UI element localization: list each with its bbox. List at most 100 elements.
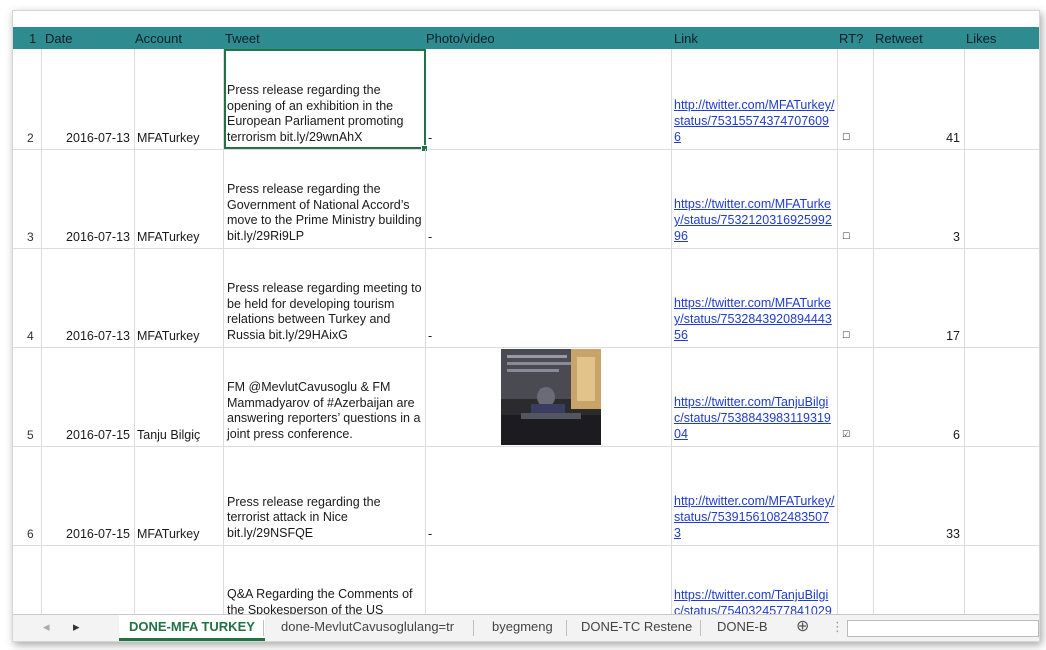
retweet-value: 17 [946,329,960,343]
tab-separator [473,620,474,636]
sheet-tabs-bar: ◂ ▸ DONE-MFA TURKEY done-MevlutCavusoglu… [13,614,1039,641]
account-cell[interactable]: MFATurkey [135,446,224,545]
likes-cell[interactable] [965,149,1039,248]
photo-cell[interactable]: - [426,248,672,347]
tab-separator [700,620,701,636]
photo-cell[interactable] [426,347,672,446]
column-header-retweet[interactable]: Retweet [875,27,955,49]
tweet-cell[interactable]: Press release regarding the Government o… [224,149,426,248]
rt-checkbox[interactable]: ☐ [842,331,850,340]
tweet-cell[interactable]: Press release regarding the terrorist at… [224,446,426,545]
date-cell[interactable]: 2016-07-13 [42,248,135,347]
photo-image [501,349,601,445]
tab-byegmeng[interactable]: byegmeng [492,615,553,641]
tweet-link[interactable]: https://twitter.com/MFATurkey/status/753… [674,196,835,244]
tweet-text: Press release regarding meeting to be he… [227,281,422,342]
retweet-value: 41 [946,131,960,145]
tab-done-tc-restene[interactable]: DONE-TC Restene [581,615,692,641]
likes-cell[interactable] [965,49,1039,149]
column-header-rt[interactable]: RT? [839,27,869,49]
date-cell[interactable]: 2016-07-13 [42,149,135,248]
table-row: 4 2016-07-13 MFATurkey Press release reg… [13,248,1039,348]
account-value: MFATurkey [137,329,200,343]
retweet-value: 6 [953,428,960,442]
photo-cell[interactable]: - [426,49,672,149]
tab-scroll-right-icon[interactable]: ▸ [73,615,80,641]
link-cell[interactable]: https://twitter.com/TanjuBilgic/status/7… [672,347,838,446]
date-cell[interactable]: 2016-07-15 [42,347,135,446]
retweet-cell[interactable]: 3 [874,149,965,248]
rt-cell[interactable]: ☐ [838,248,874,347]
likes-cell[interactable] [965,248,1039,347]
tab-scroll-left-icon[interactable]: ◂ [43,615,50,641]
rt-checkbox[interactable]: ☐ [842,133,850,142]
tab-done-mevlutcavusoglu[interactable]: done-MevlutCavusoglulang=tr [281,615,454,641]
row-number-cell: 2 [13,49,42,149]
retweet-value: 33 [946,527,960,541]
likes-cell[interactable] [965,347,1039,446]
date-cell[interactable]: 2016-07-13 [42,49,135,149]
link-cell[interactable]: https://twitter.com/MFATurkey/status/753… [672,248,838,347]
tweet-link[interactable]: https://twitter.com/TanjuBilgic/status/7… [674,394,835,442]
tweet-cell[interactable]: Press release regarding meeting to be he… [224,248,426,347]
row-number-cell: 3 [13,149,42,248]
horizontal-scrollbar[interactable] [847,620,1039,637]
table-row: 3 2016-07-13 MFATurkey Press release reg… [13,149,1039,249]
row-number-cell: 4 [13,248,42,347]
photo-value: - [428,527,433,541]
press-conference-photo[interactable] [501,349,601,445]
photo-cell[interactable]: - [426,446,672,545]
row-number: 2 [27,131,34,145]
tweet-link[interactable]: http://twitter.com/MFATurkey/status/7531… [674,97,835,145]
spreadsheet-window: 1 Date Account Tweet Photo/video Link RT… [12,10,1040,642]
photo-value: - [428,329,433,343]
more-tabs-icon[interactable]: ⋮ [831,615,844,641]
account-cell[interactable]: MFATurkey [135,149,224,248]
tweet-cell[interactable]: FM @MevlutCavusoglu & FM Mammadyarov of … [224,347,426,446]
retweet-cell[interactable]: 17 [874,248,965,347]
column-header-account[interactable]: Account [135,27,220,49]
account-cell[interactable]: MFATurkey [135,248,224,347]
add-sheet-icon[interactable]: ⊕ [796,615,809,641]
tab-done-mfa-turkey[interactable]: DONE-MFA TURKEY [119,615,265,641]
tweet-link[interactable]: https://twitter.com/MFATurkey/status/753… [674,295,835,343]
column-header-photo[interactable]: Photo/video [426,27,666,49]
date-value: 2016-07-15 [66,527,130,541]
account-cell[interactable]: MFATurkey [135,49,224,149]
link-cell[interactable]: http://twitter.com/MFATurkey/status/7539… [672,446,838,545]
rt-checkbox[interactable]: ☐ [842,232,850,241]
link-cell[interactable]: http://twitter.com/MFATurkey/status/7531… [672,49,838,149]
column-header-link[interactable]: Link [674,27,824,49]
tweet-text: Press release regarding the terrorist at… [227,494,381,540]
rt-checkbox[interactable]: ☑ [842,430,850,439]
account-value: MFATurkey [137,230,200,244]
retweet-cell[interactable]: 6 [874,347,965,446]
retweet-cell[interactable]: 33 [874,446,965,545]
row-number: 5 [27,428,34,442]
tweet-link[interactable]: http://twitter.com/MFATurkey/status/7539… [674,493,835,541]
rt-cell[interactable]: ☑ [838,347,874,446]
account-cell[interactable]: Tanju Bilgiç [135,347,224,446]
photo-cell[interactable]: - [426,149,672,248]
tweet-cell[interactable]: Press release regarding the opening of a… [224,49,428,152]
column-header-date[interactable]: Date [45,27,130,49]
account-value: MFATurkey [137,527,200,541]
rt-cell[interactable]: ☐ [838,49,874,149]
retweet-cell[interactable]: 41 [874,49,965,149]
date-cell[interactable]: 2016-07-15 [42,446,135,545]
rt-cell[interactable]: ☐ [838,149,874,248]
rt-cell[interactable] [838,446,874,545]
table-row: 2 2016-07-13 MFATurkey Press release reg… [13,49,1039,152]
date-value: 2016-07-15 [66,428,130,442]
date-value: 2016-07-13 [66,329,130,343]
tweet-text: FM @MevlutCavusoglu & FM Mammadyarov of … [227,380,421,441]
column-header-likes[interactable]: Likes [966,27,1026,49]
row-number: 6 [27,527,34,541]
column-header-tweet[interactable]: Tweet [225,27,415,49]
row-number: 3 [27,230,34,244]
tab-done-b[interactable]: DONE-B [717,615,768,641]
date-value: 2016-07-13 [66,131,130,145]
link-cell[interactable]: https://twitter.com/MFATurkey/status/753… [672,149,838,248]
tweet-text: Press release regarding the opening of a… [227,83,404,144]
likes-cell[interactable] [965,446,1039,545]
